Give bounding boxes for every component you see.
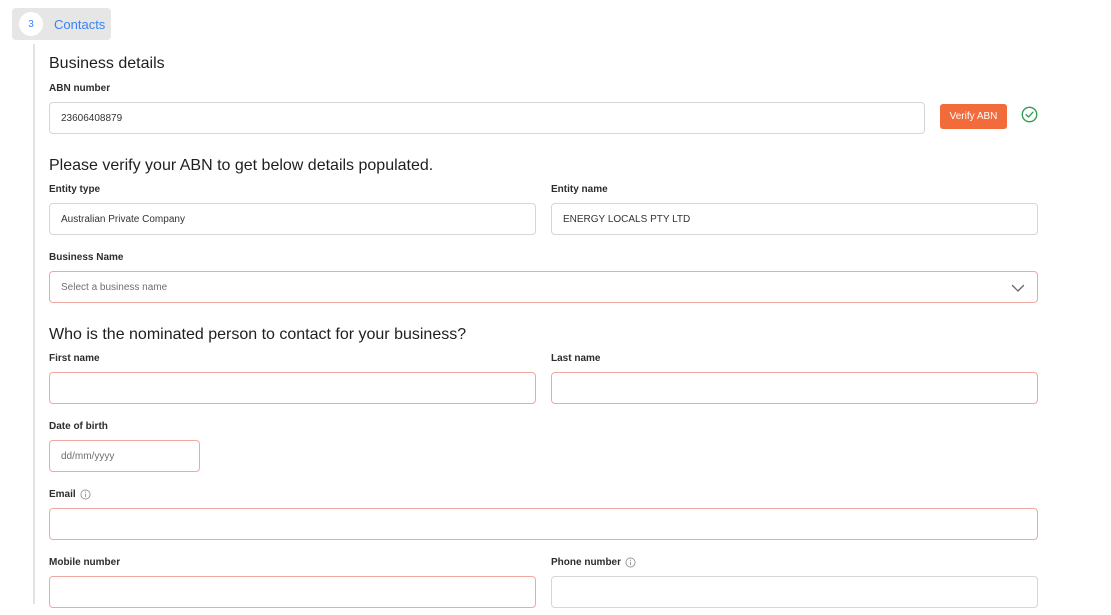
abn-input[interactable]: [49, 102, 925, 134]
entity-name-label: Entity name: [551, 184, 608, 195]
first-name-label: First name: [49, 353, 100, 364]
verify-abn-title: Please verify your ABN to get below deta…: [49, 157, 434, 174]
step-timeline-line: [33, 44, 35, 604]
first-name-input[interactable]: [49, 372, 536, 404]
email-label: Email: [49, 489, 91, 500]
entity-type-label: Entity type: [49, 184, 101, 195]
mobile-input[interactable]: [49, 576, 536, 608]
email-input[interactable]: [49, 508, 1038, 540]
business-name-placeholder: Select a business name: [61, 281, 168, 293]
entity-name-input[interactable]: [551, 203, 1038, 235]
info-icon[interactable]: [80, 489, 91, 500]
last-name-label: Last name: [551, 353, 601, 364]
business-details-title: Business details: [49, 55, 165, 72]
step-label: Contacts: [54, 16, 106, 32]
step-indicator[interactable]: 3 Contacts: [12, 8, 111, 40]
email-label-text: Email: [49, 489, 76, 500]
info-icon[interactable]: [625, 557, 636, 568]
verify-abn-button[interactable]: Verify ABN: [940, 104, 1007, 129]
check-circle-icon: [1021, 106, 1038, 123]
last-name-input[interactable]: [551, 372, 1038, 404]
business-name-label: Business Name: [49, 252, 124, 263]
chevron-down-icon: [1011, 284, 1025, 292]
business-name-select[interactable]: Select a business name: [49, 271, 1038, 303]
abn-label: ABN number: [49, 83, 111, 94]
entity-type-input[interactable]: [49, 203, 536, 235]
phone-input[interactable]: [551, 576, 1038, 608]
mobile-label: Mobile number: [49, 557, 121, 568]
dob-input[interactable]: [49, 440, 200, 472]
contact-person-title: Who is the nominated person to contact f…: [49, 326, 467, 343]
step-number: 3: [19, 12, 43, 36]
phone-label-text: Phone number: [551, 557, 622, 568]
phone-label: Phone number: [551, 557, 636, 568]
dob-label: Date of birth: [49, 421, 108, 432]
